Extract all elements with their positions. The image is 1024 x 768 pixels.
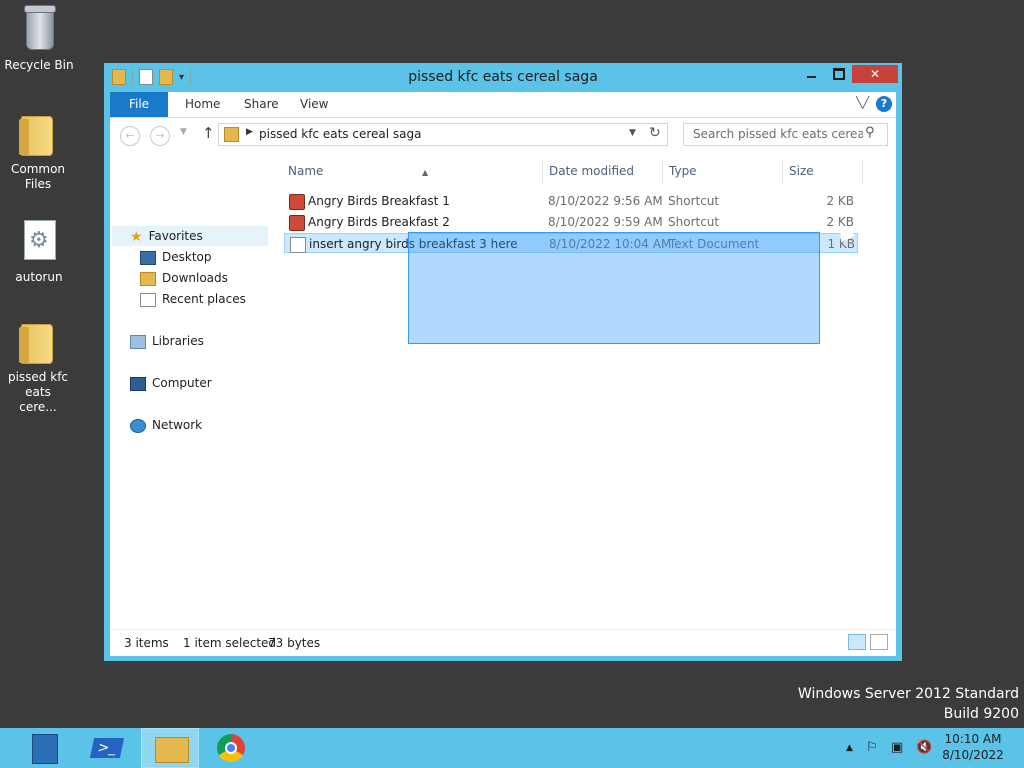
maximize-icon xyxy=(832,68,845,80)
close-icon: ✕ xyxy=(869,67,881,81)
expand-ribbon-chevron-icon[interactable]: ╲╱ xyxy=(856,96,869,109)
close-button[interactable]: ✕ xyxy=(852,65,898,83)
computer-icon xyxy=(130,376,146,391)
title-bar[interactable]: ▾ pissed kfc eats cereal saga ✕ xyxy=(104,63,902,92)
taskbar: >_ ▲ ⚐ ▣ 🔇 10:10 AM 8/10/2022 xyxy=(0,728,1024,768)
recent-places-icon xyxy=(140,292,156,307)
powershell-icon: >_ xyxy=(89,738,125,758)
forward-button[interactable]: → xyxy=(150,126,170,146)
desktop-icon-common-files[interactable]: Common Files xyxy=(0,110,76,192)
back-button[interactable]: ← xyxy=(120,126,140,146)
breadcrumb-separator-icon[interactable]: ▶ xyxy=(246,127,253,137)
powershell-button[interactable]: >_ xyxy=(78,728,136,768)
window-title: pissed kfc eats cereal saga xyxy=(408,69,598,85)
column-header-date-modified[interactable]: Date modified xyxy=(543,159,663,184)
nav-downloads[interactable]: Downloads xyxy=(140,268,228,288)
downloads-icon xyxy=(140,271,156,286)
maximize-button[interactable] xyxy=(825,65,852,83)
help-icon[interactable]: ? xyxy=(876,96,892,112)
desktop-icon-autorun[interactable]: autorun xyxy=(1,218,77,285)
folder-icon xyxy=(17,318,59,366)
network-icon xyxy=(130,418,146,433)
nav-favorites[interactable]: ★ Favorites xyxy=(130,226,203,246)
address-bar[interactable]: ▶ pissed kfc eats cereal saga ▼ ↻ xyxy=(218,123,668,146)
os-watermark: Windows Server 2012 Standard Build 9200 xyxy=(797,686,1019,722)
window-content: ★ Favorites Desktop Downloads Recent plac… xyxy=(110,151,896,629)
status-size: 73 bytes xyxy=(268,636,321,650)
file-explorer-button[interactable] xyxy=(141,728,199,768)
desktop-icon-pissed-kfc-folder[interactable]: pissed kfc eats cere... xyxy=(0,318,76,415)
desktop-icon xyxy=(140,250,156,265)
desktop-icon-label: pissed kfc eats cere... xyxy=(7,370,69,414)
desktop-icon-label: Common Files xyxy=(10,162,66,191)
explorer-window: ▾ pissed kfc eats cereal saga ✕ File Hom… xyxy=(104,63,902,661)
sort-ascending-icon: ▲ xyxy=(422,168,429,177)
clock[interactable]: 10:10 AM 8/10/2022 xyxy=(930,731,1016,763)
status-selection: 1 item selected xyxy=(183,636,277,650)
search-placeholder: Search pissed kfc eats cereal s... xyxy=(693,127,863,141)
chrome-button[interactable] xyxy=(203,728,261,768)
minimize-icon xyxy=(807,76,816,78)
server-manager-button[interactable] xyxy=(14,728,72,768)
column-header-type[interactable]: Type xyxy=(663,159,783,184)
minimize-button[interactable] xyxy=(798,65,825,83)
server-manager-icon xyxy=(32,734,58,764)
address-dropdown-chevron-icon[interactable]: ▼ xyxy=(629,128,636,138)
text-document-icon xyxy=(290,237,306,253)
ribbon-tabs: File Home Share View ╲╱ ? xyxy=(110,92,896,118)
breadcrumb[interactable]: pissed kfc eats cereal saga xyxy=(259,127,421,141)
shortcut-icon xyxy=(289,215,305,231)
file-explorer-icon xyxy=(155,737,189,763)
tab-view[interactable]: View xyxy=(300,92,328,117)
folder-icon xyxy=(224,127,239,142)
search-icon[interactable]: ⚲ xyxy=(865,125,875,140)
nav-computer[interactable]: Computer xyxy=(130,373,212,393)
navigation-pane: ★ Favorites Desktop Downloads Recent plac… xyxy=(110,151,270,629)
column-header-name[interactable]: Name ▲ xyxy=(282,159,543,184)
status-bar: 3 items 1 item selected 73 bytes xyxy=(110,629,896,656)
navigation-bar: ← → ▼ ↑ ▶ pissed kfc eats cereal saga ▼ … xyxy=(110,118,896,151)
libraries-icon xyxy=(130,334,146,349)
recent-locations-chevron-icon[interactable]: ▼ xyxy=(180,127,187,137)
file-row[interactable]: Angry Birds Breakfast 1 8/10/2022 9:56 A… xyxy=(284,191,858,211)
desktop-icon-recycle-bin[interactable]: Recycle Bin xyxy=(1,5,77,73)
status-item-count: 3 items xyxy=(124,636,169,650)
details-view-icon[interactable] xyxy=(848,634,866,650)
nav-libraries[interactable]: Libraries xyxy=(130,331,204,351)
tab-file[interactable]: File xyxy=(110,92,168,117)
chrome-icon xyxy=(217,734,245,762)
network-tray-icon[interactable]: ▣ xyxy=(891,740,903,755)
desktop-icon-label: autorun xyxy=(15,270,63,284)
recycle-bin-icon xyxy=(18,5,60,54)
up-arrow-icon[interactable]: ↑ xyxy=(202,124,215,142)
show-hidden-icons-chevron-icon[interactable]: ▲ xyxy=(846,743,853,753)
forward-arrow-icon: → xyxy=(155,129,165,142)
tab-share[interactable]: Share xyxy=(244,92,279,117)
desktop-icon-label: Recycle Bin xyxy=(4,58,74,72)
file-row[interactable]: Angry Birds Breakfast 2 8/10/2022 9:59 A… xyxy=(284,212,858,232)
large-icons-view-icon[interactable] xyxy=(870,634,888,650)
selection-marquee xyxy=(408,232,820,344)
star-icon: ★ xyxy=(130,228,143,245)
shortcut-icon xyxy=(289,194,305,210)
action-center-flag-icon[interactable]: ⚐ xyxy=(866,740,878,755)
column-header-size[interactable]: Size xyxy=(783,159,863,184)
nav-recent-places[interactable]: Recent places xyxy=(140,289,246,309)
refresh-icon[interactable]: ↻ xyxy=(649,125,661,141)
settings-file-icon xyxy=(18,218,60,266)
nav-desktop[interactable]: Desktop xyxy=(140,247,212,267)
search-input[interactable]: Search pissed kfc eats cereal s... ⚲ xyxy=(683,123,888,146)
back-arrow-icon: ← xyxy=(125,129,135,142)
folder-icon xyxy=(17,110,59,158)
tab-home[interactable]: Home xyxy=(185,92,220,117)
nav-network[interactable]: Network xyxy=(130,415,202,435)
file-list: Name ▲ Date modified Type Size Angry Bir… xyxy=(270,151,896,629)
